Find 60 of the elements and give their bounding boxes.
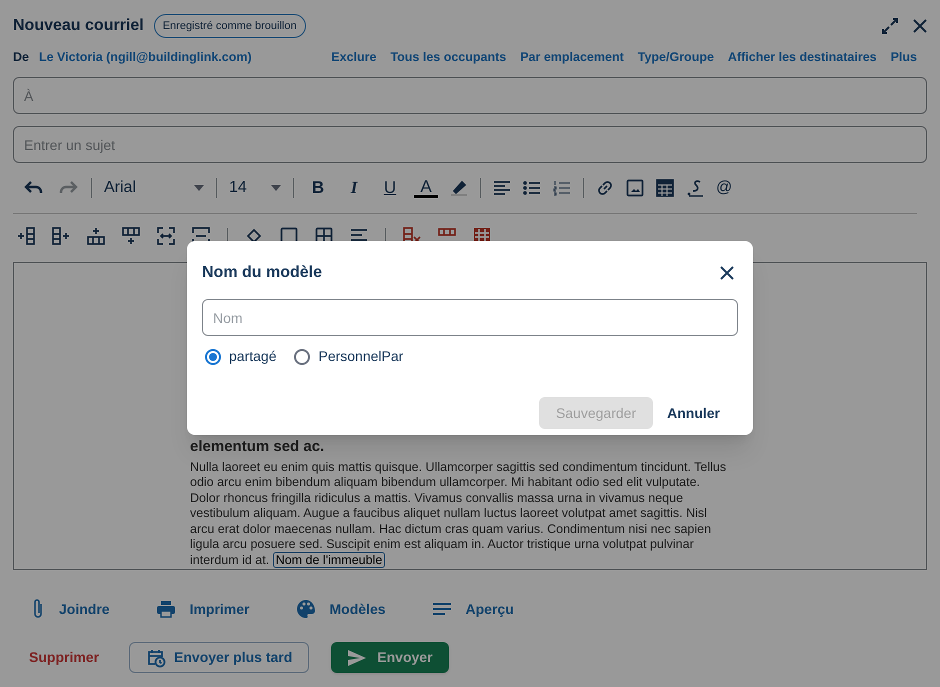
numbered-list-icon[interactable] bbox=[553, 180, 571, 196]
window-title: Nouveau courriel bbox=[13, 16, 144, 36]
merge-field-tag: Nom de l'immeuble bbox=[272, 552, 386, 568]
draft-status-badge: Enregistré comme brouillon bbox=[154, 14, 306, 38]
from-label: De bbox=[13, 48, 29, 66]
mention-button[interactable]: @ bbox=[716, 176, 732, 200]
body-heading: elementum sed ac. bbox=[190, 438, 326, 456]
caret-icon bbox=[194, 185, 204, 191]
radio-button[interactable] bbox=[294, 348, 310, 364]
bullet-list-icon[interactable] bbox=[523, 180, 541, 196]
sender-link[interactable]: Le Victoria (ngill@buildinglink.com) bbox=[38, 48, 252, 66]
templates-button[interactable]: Modèles bbox=[296, 598, 386, 620]
caret-icon bbox=[271, 185, 281, 191]
recipient-filter-link[interactable]: Plus bbox=[890, 48, 917, 66]
table-icon[interactable] bbox=[656, 179, 674, 197]
dialog-title: Nom du modèle bbox=[202, 263, 322, 283]
link-icon[interactable] bbox=[596, 179, 614, 197]
name-field[interactable]: Nom bbox=[202, 299, 738, 336]
recipient-filter-link[interactable]: Afficher les destinataires bbox=[728, 48, 877, 66]
radio-button[interactable] bbox=[205, 348, 221, 364]
close-icon[interactable] bbox=[913, 19, 927, 33]
undo-icon[interactable] bbox=[23, 180, 45, 196]
insert-column-left-icon[interactable] bbox=[17, 227, 35, 245]
send-icon bbox=[347, 648, 368, 666]
align-left-icon[interactable] bbox=[493, 180, 511, 196]
insert-row-below-icon[interactable] bbox=[122, 227, 140, 245]
underline-button[interactable]: U bbox=[378, 175, 402, 201]
calendar-clock-icon bbox=[146, 648, 166, 668]
bold-button[interactable]: B bbox=[306, 175, 330, 201]
to-field[interactable]: À bbox=[13, 77, 927, 114]
send-later-button[interactable]: Envoyer plus tard bbox=[129, 642, 310, 673]
font-size-dropdown[interactable]: 14 bbox=[229, 176, 281, 200]
subject-field[interactable]: Entrer un sujet bbox=[13, 126, 927, 163]
font-family-dropdown[interactable]: Arial bbox=[104, 176, 204, 200]
print-button[interactable]: Imprimer bbox=[156, 598, 250, 620]
radio-label[interactable]: partagé bbox=[229, 346, 276, 367]
image-icon[interactable] bbox=[626, 179, 644, 197]
expand-icon[interactable] bbox=[881, 17, 899, 35]
cancel-button[interactable]: Annuler bbox=[667, 402, 720, 424]
recipient-filter-link[interactable]: Type/Groupe bbox=[638, 48, 714, 66]
recipient-filter-link[interactable]: Par emplacement bbox=[520, 48, 624, 66]
paperclip-icon bbox=[31, 598, 45, 620]
attach-button[interactable]: Joindre bbox=[31, 598, 110, 620]
preview-button[interactable]: Aperçu bbox=[432, 598, 514, 620]
delete-button[interactable]: Supprimer bbox=[29, 647, 100, 668]
lines-icon bbox=[432, 602, 452, 616]
radio-label[interactable]: PersonnelPar bbox=[318, 346, 404, 367]
recipient-filter-link[interactable]: Exclure bbox=[331, 48, 376, 66]
send-button[interactable]: Envoyer bbox=[331, 642, 449, 673]
insert-column-right-icon[interactable] bbox=[52, 227, 70, 245]
printer-icon bbox=[156, 600, 176, 618]
highlighter-icon[interactable] bbox=[450, 179, 468, 197]
palette-icon bbox=[296, 599, 316, 619]
insert-row-above-icon[interactable] bbox=[87, 227, 105, 245]
recipient-filter-link[interactable]: Tous les occupants bbox=[390, 48, 506, 66]
merge-cells-icon[interactable] bbox=[157, 227, 175, 245]
font-color-button[interactable]: A bbox=[414, 178, 438, 198]
body-paragraph: Nulla laoreet eu enim quis mattis quisque. Ullamcorper sagittis sed condimentum tincidunt. Tellus odio arcu enim bibendum aliquam bibendum ullamcorper. Mi habitant odio sed elit vulputate. Dolor rhoncus fringilla ridiculus a mattis. Vivamus convallis massa urna in vivamus neque vestibulum aliquam. Augue a faucibus aliquet nullam luctus laoreet volutpat amet sagittis. Nisl arcu erat dolor maecenas nullam. Hac dictum cras quam varius. Condimentum nisi nec sapien ligula arcu posuere sed. Suscipit enim est aliquam in. Auctor tristique urna volutpat pulvinar interdum id at. Nom de l'immeuble bbox=[190, 460, 728, 568]
italic-button[interactable]: I bbox=[342, 175, 366, 201]
close-icon[interactable] bbox=[720, 266, 734, 280]
